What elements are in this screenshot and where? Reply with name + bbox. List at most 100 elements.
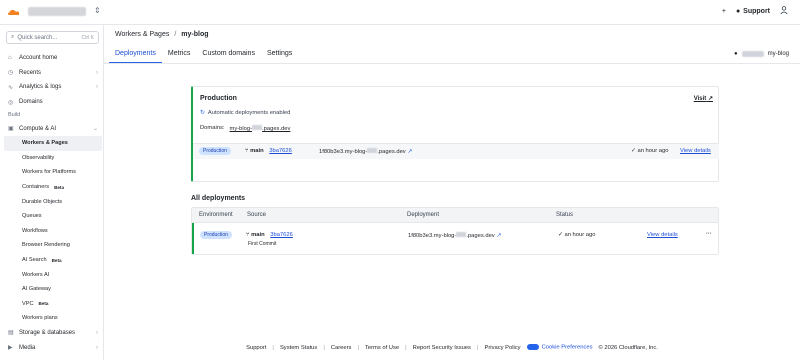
cookie-preferences-link[interactable]: Cookie Preferences [526, 344, 592, 351]
deployment-url[interactable]: 1f80b3e3.my-blog- .pages.dev ↗ [319, 148, 412, 155]
chevron-down-icon: ⌄ [92, 126, 98, 133]
sidebar-item-ai-search[interactable]: AI Search Beta [4, 253, 102, 268]
footer: Support | System Status | Careers | Terms o… [246, 344, 658, 351]
table-row[interactable]: Production ⑂ main 3ba7626 First Commit 1… [192, 223, 718, 254]
sidebar-item-label: Durable Objects [22, 198, 63, 205]
domain-part: .pages.dev [262, 126, 291, 132]
auto-deploy-text: Automatic deployments enabled [207, 110, 291, 116]
top-bar: ⇕ + ● Support [0, 0, 800, 25]
chevron-right-icon: › [96, 329, 98, 336]
visit-link[interactable]: Visit ↗ [694, 95, 713, 102]
breadcrumb: Workers & Pages / my-blog [115, 31, 209, 38]
sidebar-item-label: AI Gateway [22, 286, 51, 293]
footer-link-privacy[interactable]: Privacy Policy [484, 345, 520, 351]
sidebar-item-observability[interactable]: Observability [4, 151, 102, 166]
clock-icon: ◷ [8, 70, 14, 77]
account-switcher[interactable] [28, 7, 86, 16]
user-icon[interactable] [780, 6, 788, 16]
branch-name: main [250, 148, 264, 154]
sidebar-item-domains[interactable]: ◎ Domains [4, 95, 102, 110]
sidebar-item-workflows[interactable]: Workflows [4, 224, 102, 239]
branch-info: ⑂ main 3ba7626 [245, 148, 292, 154]
footer-link-security[interactable]: Report Security Issues [413, 345, 471, 351]
breadcrumb-parent[interactable]: Workers & Pages [115, 31, 169, 38]
tab-divider [104, 63, 800, 64]
beta-badge: Beta [54, 184, 65, 190]
sidebar-item-label: Workers for Platforms [22, 169, 76, 176]
sidebar-item-account-home[interactable]: ⌂ Account home [4, 51, 102, 66]
tab-settings[interactable]: Settings [261, 49, 298, 63]
tab-metrics[interactable]: Metrics [162, 49, 197, 63]
sidebar-item-label: Containers [22, 184, 50, 191]
sidebar-item-label: Workers AI [22, 271, 50, 278]
footer-link-careers[interactable]: Careers [331, 345, 352, 351]
chart-icon: ∿ [8, 84, 14, 91]
privacy-toggle-icon [526, 344, 539, 351]
branch-name: main [251, 232, 265, 238]
sidebar-item-compute[interactable]: ▣ Compute & AI ⌄ [4, 121, 102, 136]
cloudflare-logo-icon[interactable] [6, 7, 21, 17]
plus-icon[interactable]: + [722, 8, 726, 15]
deployment-url[interactable]: 1f80b3e3.my-blog- .pages.dev ↗ [408, 232, 501, 239]
support-button[interactable]: ● Support [736, 8, 770, 15]
cpu-icon: ▣ [8, 126, 14, 133]
footer-link-status[interactable]: System Status [280, 345, 317, 351]
sidebar-item-analytics[interactable]: ∿ Analytics & logs › [4, 80, 102, 95]
sidebar-item-queues[interactable]: Queues [4, 209, 102, 224]
repo-link[interactable]: ● my-blog [734, 51, 789, 57]
sidebar-item-media[interactable]: ▶ Media › [4, 340, 102, 355]
redacted-text [456, 232, 467, 237]
deployments-table: Environment Source Deployment Status Pro… [191, 207, 719, 255]
more-options-icon[interactable]: ··· [706, 231, 712, 237]
sidebar-item-browser-rendering[interactable]: Browser Rendering [4, 238, 102, 253]
copyright: © 2026 Cloudflare, Inc. [598, 344, 658, 351]
tab-custom-domains[interactable]: Custom domains [196, 49, 261, 63]
url-part: 1f80b3e3.my-blog- [408, 233, 457, 239]
globe-icon: ◎ [8, 99, 14, 106]
sidebar-item-label: Compute & AI [19, 125, 57, 132]
deploy-time: an hour ago [637, 148, 669, 154]
sidebar-item-storage[interactable]: ▤ Storage & databases › [4, 326, 102, 341]
sidebar-item-durable-objects[interactable]: Durable Objects [4, 194, 102, 209]
repo-name: my-blog [767, 51, 789, 57]
sidebar-item-workers-ai[interactable]: Workers AI [4, 267, 102, 282]
sidebar-item-workers-for-platforms[interactable]: Workers for Platforms [4, 165, 102, 180]
view-details-link[interactable]: View details [680, 148, 711, 154]
sidebar-item-vpc[interactable]: VPC Beta [4, 297, 102, 312]
commit-link[interactable]: 3ba7626 [269, 148, 292, 154]
sidebar-item-label: Account home [19, 55, 58, 62]
sidebar-item-recents[interactable]: ◷ Recents › [4, 66, 102, 81]
sidebar-item-label: VPC [22, 300, 34, 307]
tab-bar: Deployments Metrics Custom domains Setti… [109, 49, 298, 63]
sidebar-item-label: Domains [19, 99, 43, 106]
commit-link[interactable]: 3ba7626 [270, 232, 293, 238]
search-input[interactable]: ⌕ Quick search... Ctrl K [6, 31, 99, 44]
footer-link-support[interactable]: Support [246, 345, 266, 351]
env-pill: Production [199, 147, 231, 155]
column-header: Deployment [407, 212, 440, 218]
url-part: .pages.dev [466, 233, 495, 239]
chevron-updown-icon[interactable]: ⇕ [94, 6, 101, 15]
refresh-icon: ↻ [200, 110, 205, 116]
env-pill: Production [200, 231, 232, 239]
home-icon: ⌂ [8, 55, 12, 62]
url-part: 1f80b3e3.my-blog- [319, 149, 368, 155]
tab-deployments[interactable]: Deployments [109, 49, 162, 63]
domain-link[interactable]: my-blog- .pages.dev [229, 125, 290, 132]
sidebar-item-label: Recents [19, 69, 42, 76]
sidebar-item-workers-pages[interactable]: Workers & Pages [4, 135, 102, 151]
sidebar-item-workers-plans[interactable]: Workers plans [4, 311, 102, 326]
sidebar-item-ai-gateway[interactable]: AI Gateway [4, 282, 102, 297]
view-details-link[interactable]: View details [647, 232, 678, 238]
footer-link-terms[interactable]: Terms of Use [365, 345, 399, 351]
support-label: Support [743, 7, 770, 15]
deploy-status: ✓ an hour ago [558, 232, 595, 238]
github-icon: ● [734, 51, 738, 57]
check-icon: ✓ [558, 232, 563, 238]
check-icon: ✓ [631, 148, 636, 154]
commit-message: First Commit [248, 241, 277, 247]
column-header: Source [247, 212, 267, 218]
sidebar-nav: ⌂ Account home ◷ Recents › ∿ Analytics &… [4, 51, 102, 355]
url-part: .pages.dev [377, 149, 406, 155]
sidebar-item-containers[interactable]: Containers Beta [4, 180, 102, 195]
